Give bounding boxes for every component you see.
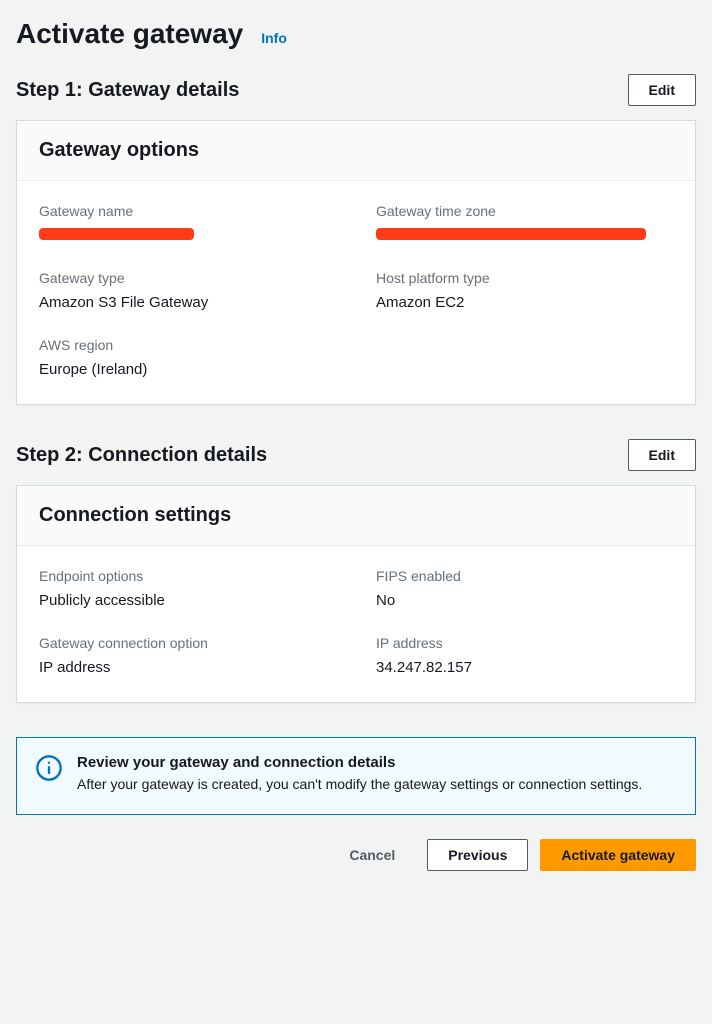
host-platform-type-label: Host platform type [376,270,673,286]
field-gateway-time-zone: Gateway time zone [376,203,673,244]
cancel-button[interactable]: Cancel [329,840,415,870]
field-ip-address: IP address 34.247.82.157 [376,635,673,676]
page-title: Activate gateway [16,18,243,50]
host-platform-type-value: Amazon EC2 [376,294,673,311]
previous-button[interactable]: Previous [427,839,528,871]
info-box-title: Review your gateway and connection detai… [77,754,642,771]
field-gateway-name: Gateway name [39,203,336,244]
endpoint-options-value: Publicly accessible [39,592,336,609]
connection-settings-title: Connection settings [39,504,673,527]
gateway-type-value: Amazon S3 File Gateway [39,294,336,311]
gateway-name-value-redacted [39,228,194,240]
ip-address-label: IP address [376,635,673,651]
gateway-options-title: Gateway options [39,139,673,162]
step2-title: Step 2: Connection details [16,444,267,467]
field-gateway-type: Gateway type Amazon S3 File Gateway [39,270,336,311]
fips-enabled-label: FIPS enabled [376,568,673,584]
connection-settings-panel: Connection settings Endpoint options Pub… [16,485,696,703]
field-gateway-connection-option: Gateway connection option IP address [39,635,336,676]
gateway-time-zone-label: Gateway time zone [376,203,673,219]
gateway-time-zone-value-redacted [376,228,646,240]
info-box-text: After your gateway is created, you can't… [77,774,642,794]
field-endpoint-options: Endpoint options Publicly accessible [39,568,336,609]
step1-title: Step 1: Gateway details [16,79,239,102]
field-host-platform-type: Host platform type Amazon EC2 [376,270,673,311]
gateway-type-label: Gateway type [39,270,336,286]
info-link[interactable]: Info [261,30,287,46]
activate-gateway-button[interactable]: Activate gateway [540,839,696,871]
footer-buttons: Cancel Previous Activate gateway [16,839,696,871]
field-aws-region: AWS region Europe (Ireland) [39,337,336,378]
gateway-options-panel: Gateway options Gateway name Gateway tim… [16,120,696,405]
aws-region-value: Europe (Ireland) [39,361,336,378]
aws-region-label: AWS region [39,337,336,353]
gateway-connection-option-value: IP address [39,659,336,676]
field-fips-enabled: FIPS enabled No [376,568,673,609]
info-icon [35,754,63,782]
fips-enabled-value: No [376,592,673,609]
step2-edit-button[interactable]: Edit [628,439,696,471]
gateway-connection-option-label: Gateway connection option [39,635,336,651]
ip-address-value: 34.247.82.157 [376,659,673,676]
endpoint-options-label: Endpoint options [39,568,336,584]
review-info-box: Review your gateway and connection detai… [16,737,696,815]
gateway-name-label: Gateway name [39,203,336,219]
step1-edit-button[interactable]: Edit [628,74,696,106]
